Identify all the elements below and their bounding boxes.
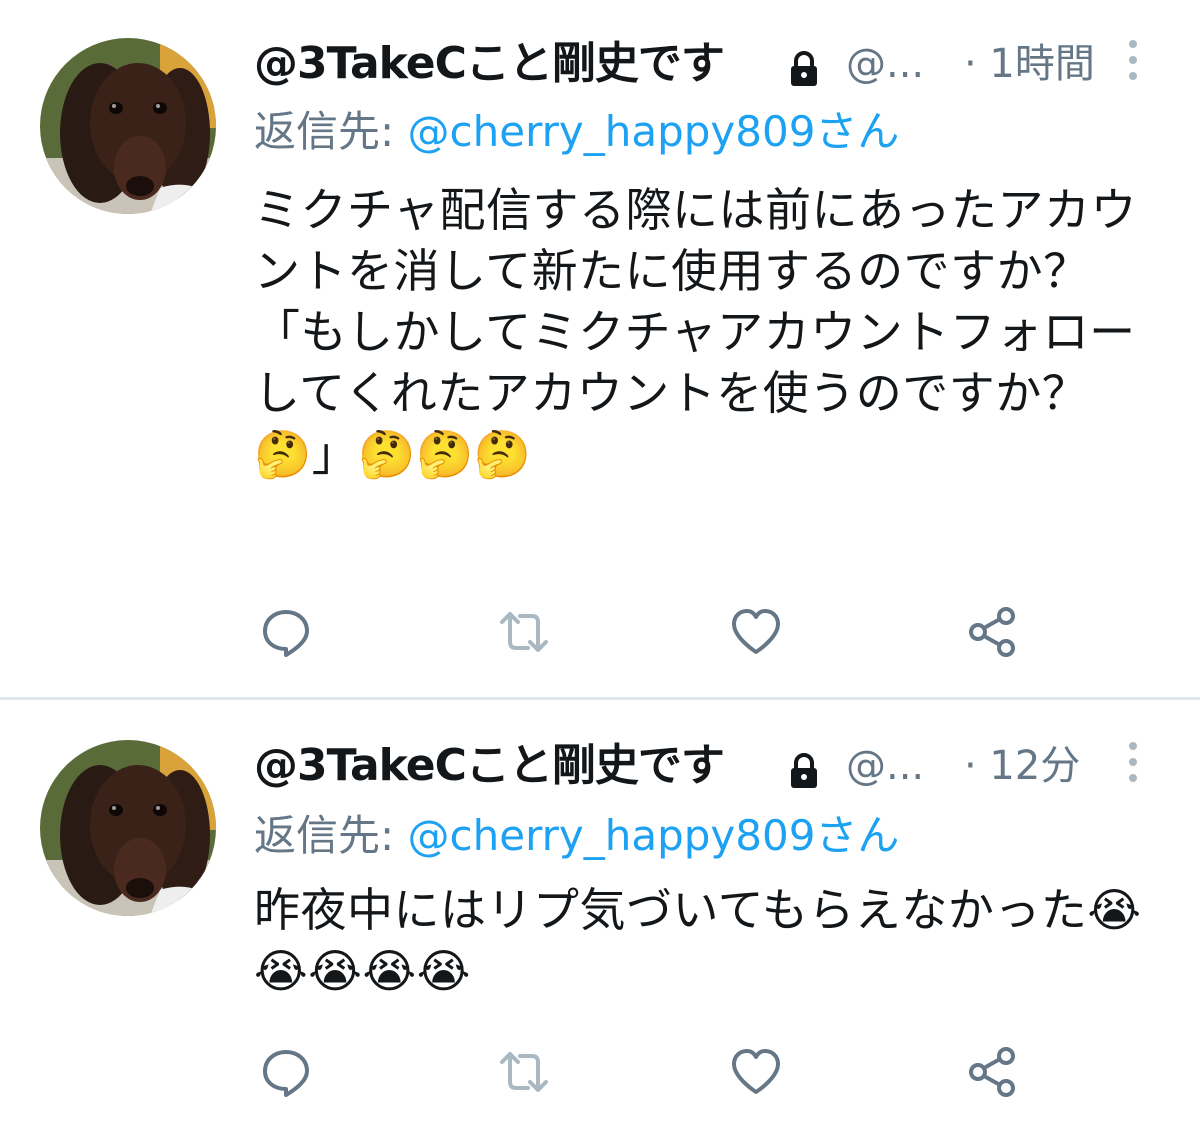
- reply-context: 返信先: @cherry_happy809さん: [254, 808, 899, 864]
- timestamp[interactable]: · 12分: [964, 738, 1080, 794]
- like-button[interactable]: [728, 1044, 784, 1100]
- share-icon: [969, 607, 1015, 657]
- reply-to-link[interactable]: @cherry_happy809さん: [408, 107, 900, 156]
- user-avatar[interactable]: [40, 38, 216, 214]
- user-handle[interactable]: @...: [846, 36, 924, 92]
- retweet-icon: [500, 612, 548, 652]
- retweet-button[interactable]: [496, 1044, 552, 1100]
- like-button[interactable]: [728, 604, 784, 660]
- display-name[interactable]: @3TakeCこと剛史です: [254, 36, 725, 92]
- timestamp[interactable]: · 1時間: [964, 36, 1095, 92]
- reply-button[interactable]: [258, 1044, 314, 1100]
- share-icon: [969, 1047, 1015, 1097]
- reply-button[interactable]: [258, 604, 314, 660]
- reply-prefix: 返信先:: [254, 811, 408, 860]
- heart-icon: [732, 1049, 780, 1094]
- dog-avatar-icon: [40, 38, 216, 214]
- tweet[interactable]: @3TakeCこと剛史です @... · 12分 返信先: @cherry_ha…: [0, 700, 1200, 1131]
- dog-avatar-icon: [40, 740, 216, 916]
- tweet-text: 昨夜中にはリプ気づいてもらえなかった😭😭😭😭😭: [254, 883, 1142, 998]
- lock-icon: [791, 753, 817, 788]
- retweet-icon: [500, 1052, 548, 1092]
- tweet-header: @3TakeCこと剛史です @... · 1時間: [254, 36, 1154, 92]
- tweet-text: ミクチャ配信する際には前にあったアカウントを消して新たに使用するのですか？ 「も…: [254, 183, 1138, 481]
- more-vertical-icon[interactable]: [1116, 740, 1150, 784]
- retweet-button[interactable]: [496, 604, 552, 660]
- reply-icon: [263, 1050, 309, 1097]
- heart-icon: [732, 609, 780, 654]
- lock-icon: [791, 51, 817, 86]
- tweet-header: @3TakeCこと剛史です @... · 12分: [254, 738, 1154, 794]
- more-vertical-icon[interactable]: [1116, 38, 1150, 82]
- reply-icon: [263, 610, 309, 657]
- reply-to-link[interactable]: @cherry_happy809さん: [408, 811, 900, 860]
- user-handle[interactable]: @...: [846, 738, 924, 794]
- tweet-actions: [0, 604, 1200, 660]
- share-button[interactable]: [964, 1044, 1020, 1100]
- reply-prefix: 返信先:: [254, 107, 408, 156]
- tweet[interactable]: @3TakeCこと剛史です @... · 1時間 返信先: @cherry_ha…: [0, 0, 1200, 697]
- display-name[interactable]: @3TakeCこと剛史です: [254, 738, 725, 794]
- tweet-actions: [0, 1044, 1200, 1100]
- share-button[interactable]: [964, 604, 1020, 660]
- reply-context: 返信先: @cherry_happy809さん: [254, 104, 899, 160]
- user-avatar[interactable]: [40, 740, 216, 916]
